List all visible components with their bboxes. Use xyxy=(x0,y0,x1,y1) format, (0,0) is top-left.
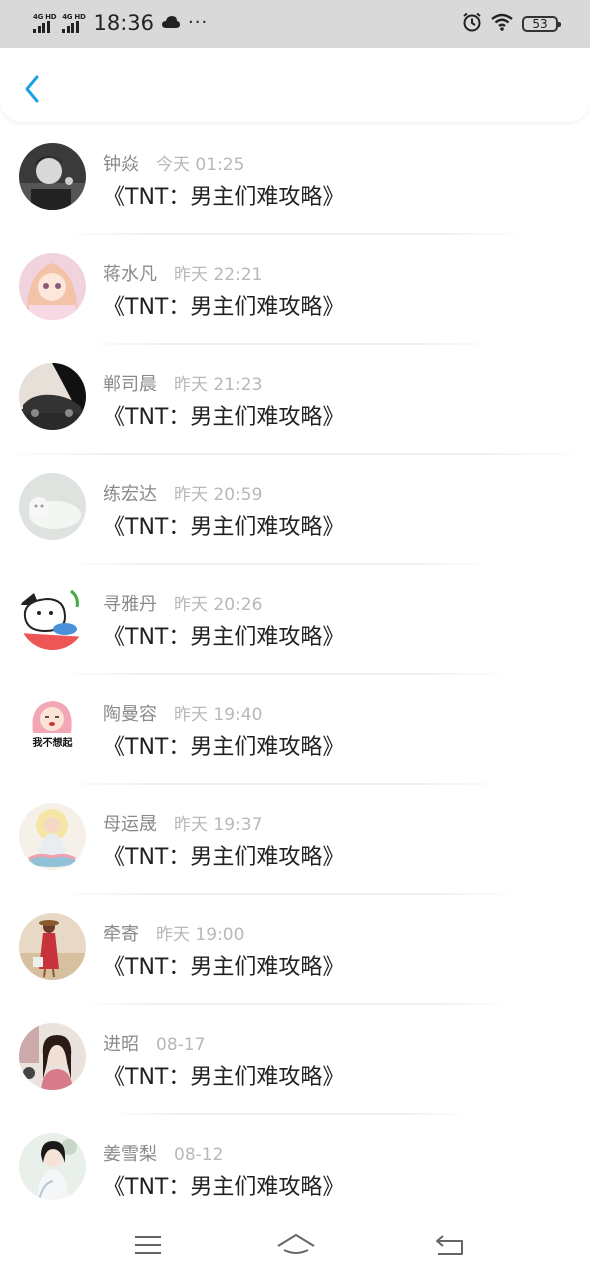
wifi-icon xyxy=(490,13,514,35)
comment-message: 《TNT：男主们难攻略》 xyxy=(103,185,345,210)
commenter-name: 母运晟 昨天 19:37 xyxy=(103,814,263,835)
comment-time: 08-12 xyxy=(174,1145,224,1165)
comment-message: 《TNT：男主们难攻略》 xyxy=(103,295,345,320)
comment-message: 《TNT：男主们难攻略》 xyxy=(103,515,345,540)
alarm-icon xyxy=(462,12,482,36)
comment-time: 昨天 21:23 xyxy=(174,375,263,395)
comment-message: 《TNT：男主们难攻略》 xyxy=(103,735,345,760)
home-icon[interactable] xyxy=(275,1232,317,1260)
commenter-name: 练宏达 昨天 20:59 xyxy=(103,484,263,505)
commenter-name: 蒋水凡 昨天 22:21 xyxy=(103,264,263,285)
more-notifications-icon: ··· xyxy=(188,12,209,33)
avatar[interactable] xyxy=(19,913,86,980)
avatar[interactable] xyxy=(19,1133,86,1200)
chevron-left-icon[interactable] xyxy=(22,74,42,104)
comment-time: 昨天 19:00 xyxy=(156,925,245,945)
avatar[interactable] xyxy=(19,253,86,320)
avatar[interactable] xyxy=(19,803,86,870)
signal-icon: 4G HD xyxy=(33,13,57,33)
top-header xyxy=(0,48,590,122)
avatar[interactable] xyxy=(19,473,86,540)
signal-icon-2: 4G HD xyxy=(62,13,86,33)
commenter-name: 进昭 08-17 xyxy=(103,1034,206,1055)
avatar[interactable] xyxy=(19,143,86,210)
comment-message: 《TNT：男主们难攻略》 xyxy=(103,1065,345,1090)
list-item[interactable]: 母运晟 昨天 19:37 《TNT：男主们难攻略》 xyxy=(0,785,590,895)
commenter-name: 郸司晨 昨天 21:23 xyxy=(103,374,263,395)
comment-time: 昨天 19:40 xyxy=(174,705,263,725)
comment-time: 今天 01:25 xyxy=(156,155,245,175)
commenter-name: 牵寄 昨天 19:00 xyxy=(103,924,245,945)
avatar[interactable]: 我不想起 xyxy=(19,693,86,760)
list-item[interactable]: 姜雪梨 08-12 《TNT：男主们难攻略》 xyxy=(0,1115,590,1225)
list-item[interactable]: 钟焱 今天 01:25 《TNT：男主们难攻略》 xyxy=(0,125,590,235)
comment-message: 《TNT：男主们难攻略》 xyxy=(103,1175,345,1200)
list-item[interactable]: 牵寄 昨天 19:00 《TNT：男主们难攻略》 xyxy=(0,895,590,1005)
status-time: 18:36 xyxy=(93,11,154,35)
comment-list: 钟焱 今天 01:25 《TNT：男主们难攻略》 蒋水凡 昨天 22:21 《TNT… xyxy=(0,125,590,1225)
navigation-bar xyxy=(0,1218,590,1280)
avatar[interactable] xyxy=(19,1023,86,1090)
battery-icon: 53 xyxy=(522,16,561,32)
comment-message: 《TNT：男主们难攻略》 xyxy=(103,405,345,430)
commenter-name: 姜雪梨 08-12 xyxy=(103,1144,224,1165)
status-bar: 4G HD 4G HD 18:36 ··· 53 xyxy=(0,0,590,48)
commenter-name: 陶曼容 昨天 19:40 xyxy=(103,704,263,725)
comment-time: 昨天 20:26 xyxy=(174,595,263,615)
avatar[interactable] xyxy=(19,583,86,650)
comment-message: 《TNT：男主们难攻略》 xyxy=(103,955,345,980)
comment-time: 08-17 xyxy=(156,1035,206,1055)
commenter-name: 寻雅丹 昨天 20:26 xyxy=(103,594,263,615)
back-icon[interactable] xyxy=(434,1232,466,1258)
list-item[interactable]: 练宏达 昨天 20:59 《TNT：男主们难攻略》 xyxy=(0,455,590,565)
list-item[interactable]: 进昭 08-17 《TNT：男主们难攻略》 xyxy=(0,1005,590,1115)
comment-message: 《TNT：男主们难攻略》 xyxy=(103,625,345,650)
list-item[interactable]: 郸司晨 昨天 21:23 《TNT：男主们难攻略》 xyxy=(0,345,590,455)
list-item[interactable]: 寻雅丹 昨天 20:26 《TNT：男主们难攻略》 xyxy=(0,565,590,675)
commenter-name: 钟焱 今天 01:25 xyxy=(103,154,245,175)
avatar-caption: 我不想起 xyxy=(33,736,74,749)
comment-message: 《TNT：男主们难攻略》 xyxy=(103,845,345,870)
list-item[interactable]: 我不想起 陶曼容 昨天 19:40 《TNT：男主们难攻略》 xyxy=(0,675,590,785)
weather-cloud-icon xyxy=(162,14,180,33)
comment-time: 昨天 20:59 xyxy=(174,485,263,505)
comment-time: 昨天 22:21 xyxy=(174,265,263,285)
menu-icon[interactable] xyxy=(133,1232,163,1258)
list-item[interactable]: 蒋水凡 昨天 22:21 《TNT：男主们难攻略》 xyxy=(0,235,590,345)
comment-time: 昨天 19:37 xyxy=(174,815,263,835)
avatar[interactable] xyxy=(19,363,86,430)
